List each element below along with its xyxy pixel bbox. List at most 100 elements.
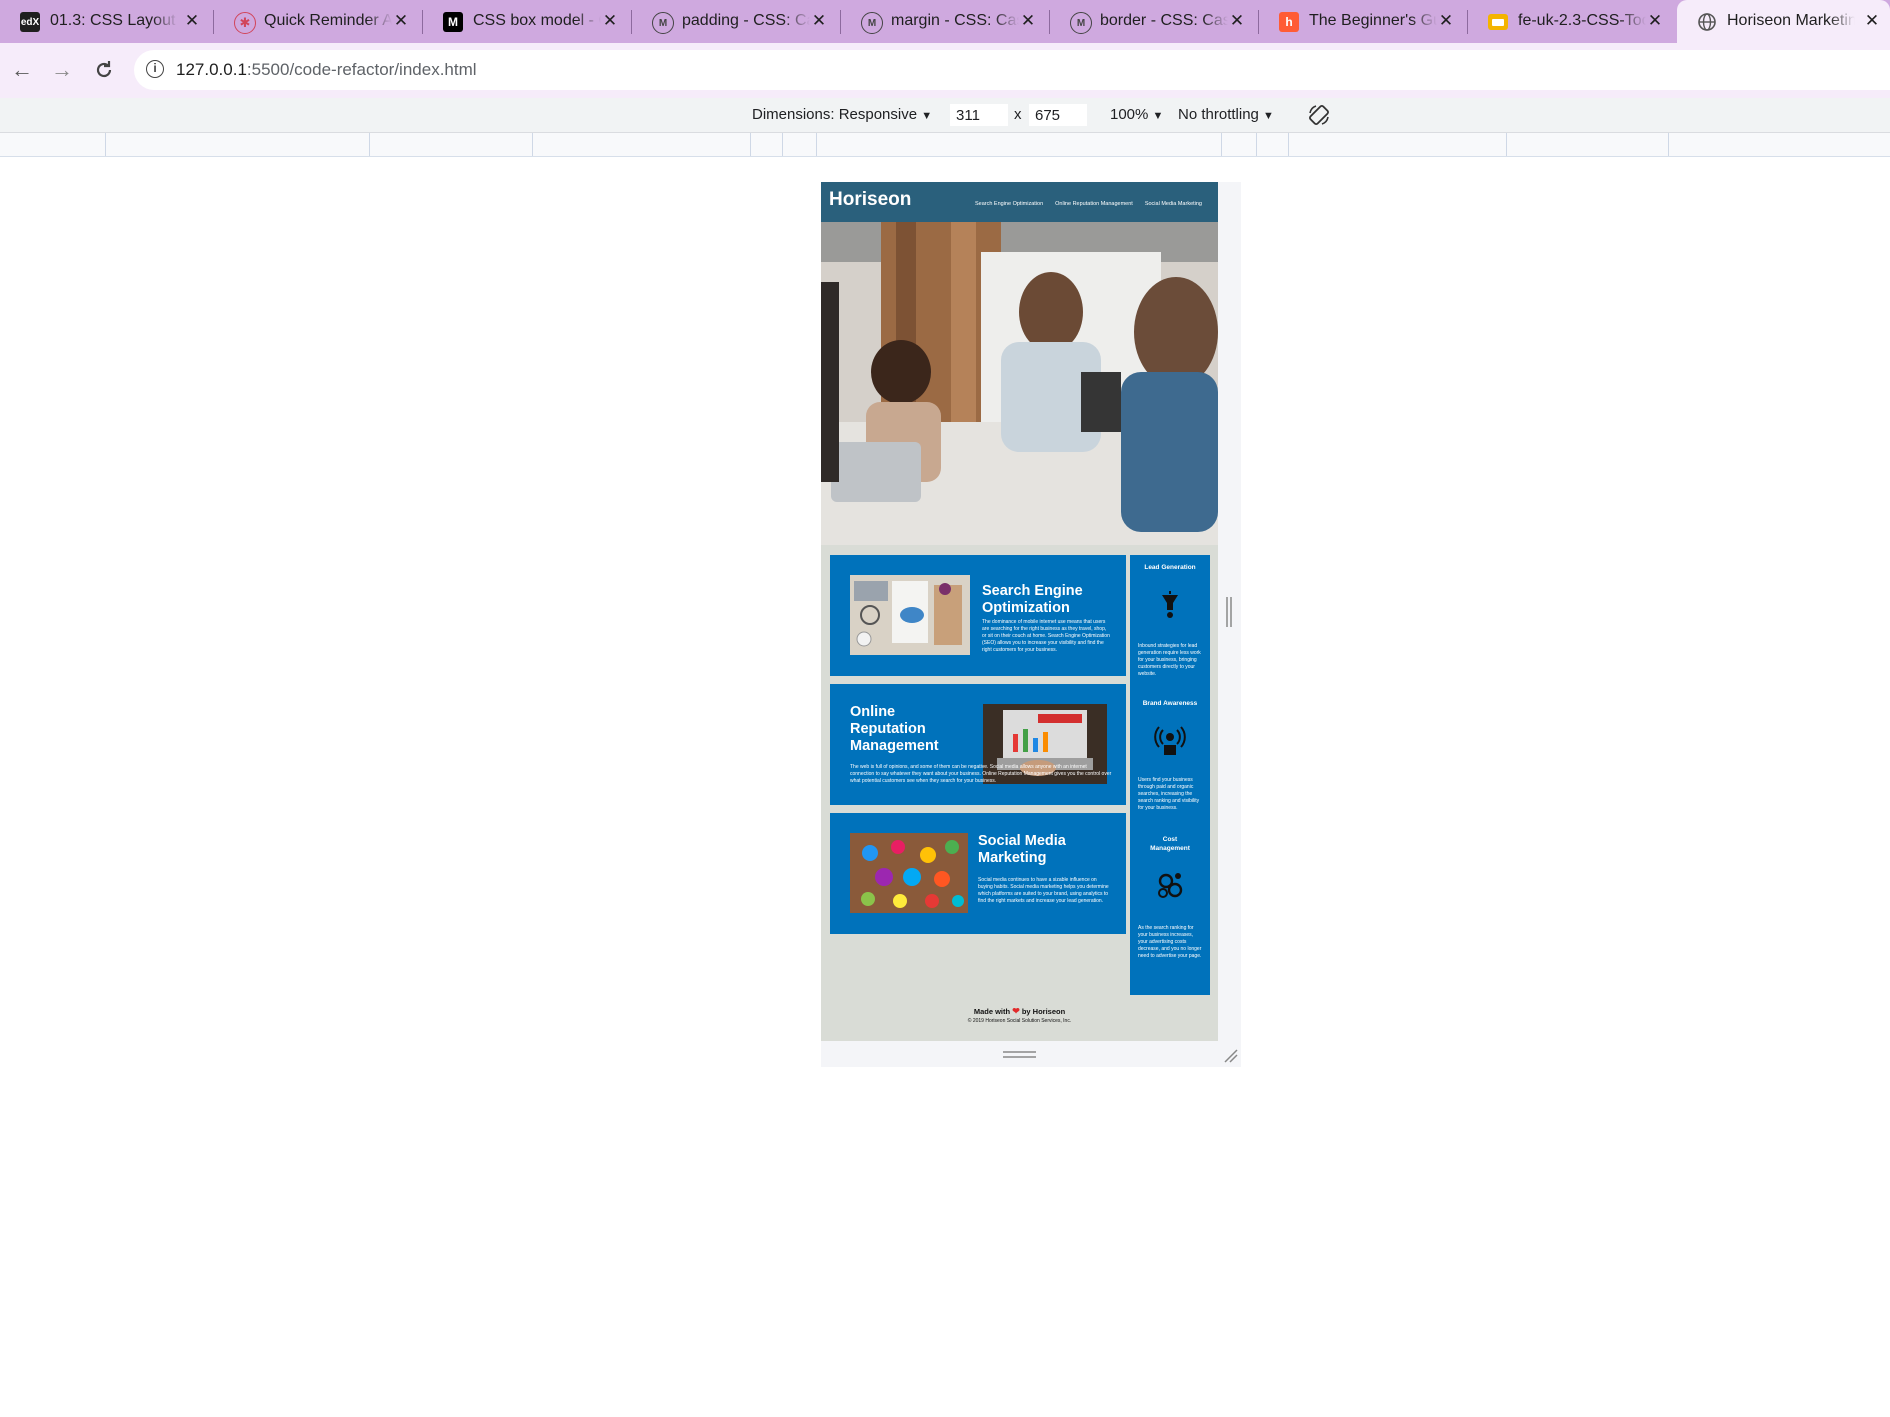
url-text: 127.0.0.1:5500/code-refactor/index.html — [176, 60, 477, 80]
hubspot-favicon-icon: h — [1279, 12, 1299, 32]
tab-8[interactable]: fe-uk-2.3-CSS-Too ✕ — [1468, 0, 1677, 43]
reload-icon[interactable] — [89, 55, 119, 85]
close-icon[interactable]: ✕ — [809, 11, 829, 31]
benefit-brand-text: Users find your business through paid an… — [1138, 777, 1200, 811]
url-path: :5500/code-refactor/index.html — [246, 60, 477, 79]
card-social: Social Media Marketing Social media cont… — [830, 813, 1126, 934]
benefit-lead-text: Inbound strategies for lead generation r… — [1138, 643, 1201, 677]
footer-made-post: by Horiseon — [1021, 1007, 1066, 1016]
horiseon-page: Horiseon Search Engine Optimization Onli… — [821, 182, 1218, 1041]
mdn-favicon-icon: M — [443, 12, 463, 32]
zoom-label: 100% — [1110, 106, 1149, 123]
footer-made-with: Made with ❤ by Horiseon — [821, 1006, 1218, 1017]
viewport-height-input[interactable] — [1029, 104, 1087, 126]
ruler-tick — [782, 133, 783, 156]
dropdown-arrow-icon: ▼ — [921, 110, 933, 122]
site-nav: Search Engine Optimization Online Reputa… — [975, 201, 1202, 207]
site-brand[interactable]: Horiseon — [829, 189, 911, 211]
dimension-times: x — [1014, 106, 1022, 123]
tab-title: border - CSS: Casc — [1100, 12, 1228, 29]
close-icon[interactable]: ✕ — [1645, 11, 1665, 31]
tab-title: Horiseon Marketin — [1727, 12, 1855, 29]
footer-made-pre: Made with — [973, 1007, 1011, 1016]
tab-6[interactable]: M border - CSS: Casc ✕ — [1050, 0, 1259, 43]
card-seo: Search Engine Optimization The dominance… — [830, 555, 1126, 676]
nav-link-social[interactable]: Social Media Marketing — [1145, 201, 1202, 207]
close-icon[interactable]: ✕ — [391, 11, 411, 31]
nav-link-seo[interactable]: Search Engine Optimization — [975, 201, 1043, 207]
globe-icon — [1697, 12, 1717, 32]
dimensions-label: Dimensions: Responsive — [752, 106, 918, 123]
ruler-tick — [105, 133, 106, 156]
reminder-favicon-icon: ✱ — [234, 12, 256, 34]
tab-title: padding - CSS: Ca — [682, 12, 810, 29]
ruler-tick — [1221, 133, 1222, 156]
dropdown-arrow-icon: ▼ — [1263, 110, 1274, 122]
mdn-favicon-icon: M — [652, 12, 674, 34]
card-seo-text: The dominance of mobile internet use mea… — [982, 619, 1110, 653]
close-icon[interactable]: ✕ — [182, 11, 202, 31]
ruler-tick — [1288, 133, 1289, 156]
viewport-width-input[interactable] — [950, 104, 1008, 126]
back-arrow-icon[interactable]: ← — [7, 55, 37, 85]
tab-title: fe-uk-2.3-CSS-Too — [1518, 12, 1646, 29]
tab-title: margin - CSS: Cas — [891, 12, 1019, 29]
seo-image — [850, 575, 970, 655]
ruler-tick — [369, 133, 370, 156]
address-bar[interactable]: i 127.0.0.1:5500/code-refactor/index.htm… — [134, 50, 1890, 90]
close-icon[interactable]: ✕ — [600, 11, 620, 31]
close-icon[interactable]: ✕ — [1018, 11, 1038, 31]
close-icon[interactable]: ✕ — [1436, 11, 1456, 31]
tab-9-active[interactable]: Horiseon Marketin ✕ — [1677, 0, 1890, 43]
tab-title: CSS box model - C — [473, 12, 601, 29]
benefit-brand-title: Brand Awareness — [1142, 700, 1198, 707]
tab-strip: edX 01.3: CSS Layout a ✕ ✱ Quick Reminde… — [0, 0, 1890, 43]
nav-link-reputation[interactable]: Online Reputation Management — [1055, 201, 1133, 207]
card-reputation-title: Online Reputation Management — [850, 704, 939, 754]
card-seo-title: Search Engine Optimization — [982, 583, 1083, 616]
card-reputation-text: The web is full of opinions, and some of… — [850, 764, 1112, 784]
card-social-title: Social Media Marketing — [978, 833, 1066, 866]
rotate-icon[interactable] — [1307, 103, 1331, 127]
close-icon[interactable]: ✕ — [1862, 11, 1882, 31]
zoom-dropdown[interactable]: 100% ▼ — [1110, 106, 1163, 123]
device-toolbar: Dimensions: Responsive ▼ x 100% ▼ No thr… — [0, 98, 1890, 133]
ruler-tick — [1256, 133, 1257, 156]
resize-corner-handle[interactable] — [1222, 1047, 1238, 1063]
benefit-cost-title: Cost Management — [1150, 836, 1190, 852]
tab-2[interactable]: ✱ Quick Reminder A ✕ — [214, 0, 423, 43]
tab-4[interactable]: M padding - CSS: Ca ✕ — [632, 0, 841, 43]
tab-3[interactable]: M CSS box model - C ✕ — [423, 0, 632, 43]
cost-management-icon — [1158, 873, 1183, 898]
hero-image — [821, 222, 1218, 545]
throttling-dropdown[interactable]: No throttling ▼ — [1178, 106, 1274, 123]
card-reputation: Online Reputation Management The web is … — [830, 684, 1126, 805]
lead-generation-icon — [1162, 591, 1178, 618]
url-host: 127.0.0.1 — [176, 60, 247, 79]
heart-icon: ❤ — [1012, 1006, 1020, 1016]
ruler-tick — [532, 133, 533, 156]
tab-1[interactable]: edX 01.3: CSS Layout a ✕ — [0, 0, 214, 43]
ruler-tick — [1506, 133, 1507, 156]
tab-5[interactable]: M margin - CSS: Cas ✕ — [841, 0, 1050, 43]
tab-title: 01.3: CSS Layout a — [50, 12, 178, 29]
footer-copyright: © 2019 Horiseon Social Solution Services… — [967, 1018, 1072, 1024]
resize-handle-bottom[interactable] — [1003, 1051, 1036, 1059]
benefit-lead-title: Lead Generation — [1144, 564, 1196, 571]
social-image — [850, 833, 968, 913]
card-social-text: Social media continues to have a sizable… — [978, 877, 1109, 904]
site-info-icon[interactable]: i — [146, 60, 164, 78]
dropdown-arrow-icon: ▼ — [1152, 110, 1164, 122]
forward-arrow-icon[interactable]: → — [47, 55, 77, 85]
tab-title: Quick Reminder A — [264, 12, 392, 29]
close-icon[interactable]: ✕ — [1227, 11, 1247, 31]
throttling-label: No throttling — [1178, 106, 1259, 123]
ruler-tick — [750, 133, 751, 156]
dimensions-dropdown[interactable]: Dimensions: Responsive ▼ — [752, 106, 932, 123]
brand-awareness-icon — [1154, 726, 1186, 755]
tab-7[interactable]: h The Beginner's Gu ✕ — [1259, 0, 1468, 43]
resize-handle-right[interactable] — [1226, 597, 1232, 627]
tab-title: The Beginner's Gu — [1309, 12, 1437, 29]
media-query-ruler[interactable] — [0, 133, 1890, 157]
slides-favicon-icon — [1488, 14, 1508, 30]
